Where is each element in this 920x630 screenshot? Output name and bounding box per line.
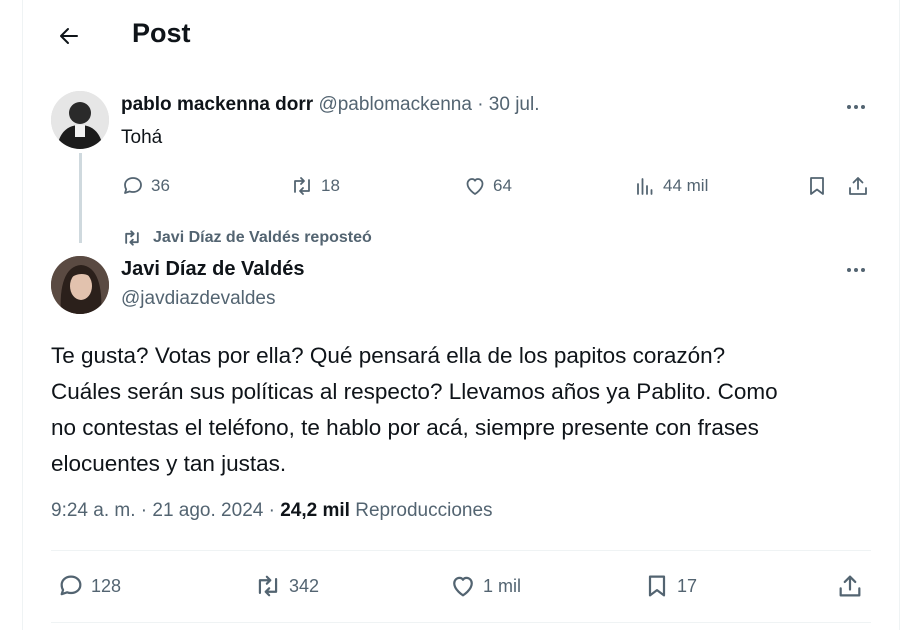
share-icon xyxy=(839,575,861,597)
repost-count: 18 xyxy=(321,176,340,195)
like-button[interactable]: 64 xyxy=(463,174,512,198)
post-date[interactable]: 30 jul. xyxy=(489,94,540,115)
top-bar: Post xyxy=(23,0,899,72)
arrow-left-icon xyxy=(60,28,78,44)
bookmark-icon xyxy=(648,575,666,597)
bookmark-icon xyxy=(810,177,824,195)
share-button[interactable] xyxy=(836,572,864,600)
analytics-icon xyxy=(637,178,653,195)
reply-button[interactable]: 36 xyxy=(121,174,170,198)
share-button[interactable] xyxy=(846,174,870,198)
heart-icon xyxy=(466,178,484,195)
text-line: no contestas el teléfono, te hablo por a… xyxy=(51,415,759,440)
avatar-pablo[interactable] xyxy=(51,91,109,149)
separator-dot: · xyxy=(477,94,484,115)
bookmark-count: 17 xyxy=(677,575,698,596)
divider xyxy=(51,550,871,551)
reply-icon xyxy=(124,177,142,194)
main-post-text: Te gusta? Votas por ella? Qué pensará el… xyxy=(51,338,871,482)
avatar-javi[interactable] xyxy=(51,256,109,314)
repost-banner[interactable]: Javi Díaz de Valdés reposteó xyxy=(121,228,372,248)
views-button[interactable]: 44 mil xyxy=(633,174,708,198)
separator-dot: · xyxy=(268,500,275,521)
author-name[interactable]: pablo mackenna dorr xyxy=(121,94,313,115)
more-options-button[interactable] xyxy=(841,258,871,282)
repost-icon xyxy=(258,575,278,597)
original-post-text: Tohá xyxy=(121,127,163,148)
views-count: 44 mil xyxy=(663,176,709,195)
page-title: Post xyxy=(132,18,191,48)
views-count[interactable]: 24,2 mil xyxy=(280,500,350,521)
text-line: Te gusta? Votas por ella? Qué pensará el… xyxy=(51,343,726,368)
reply-count: 36 xyxy=(151,176,170,195)
original-post-header: pablo mackenna dorr @pablomackenna · 30 … xyxy=(121,94,540,116)
separator-dot: · xyxy=(140,500,148,521)
author-handle[interactable]: @pablomackenna xyxy=(318,94,471,115)
dot-icon xyxy=(847,268,851,272)
repost-banner-label: Javi Díaz de Valdés reposteó xyxy=(153,229,372,246)
reply-icon xyxy=(60,575,82,596)
more-options-button[interactable] xyxy=(841,95,871,119)
like-count: 1 mil xyxy=(483,575,522,596)
views-label: Reproducciones xyxy=(355,500,493,521)
bookmark-button[interactable]: 17 xyxy=(643,572,697,600)
heart-icon xyxy=(453,576,473,597)
like-count: 64 xyxy=(493,176,512,195)
dot-icon xyxy=(847,105,851,109)
repost-icon xyxy=(125,230,139,246)
repost-count: 342 xyxy=(289,575,320,596)
repost-button[interactable]: 18 xyxy=(289,174,340,198)
back-button[interactable] xyxy=(49,16,89,56)
repost-button[interactable]: 342 xyxy=(253,572,319,600)
text-line: elocuentes y tan justas. xyxy=(51,451,287,476)
divider xyxy=(51,622,871,623)
share-icon xyxy=(849,177,867,195)
post-page: Post pablo mackenna dorr @pablomackenna … xyxy=(22,0,900,630)
thread-connector xyxy=(79,153,82,243)
reply-count: 128 xyxy=(91,575,122,596)
post-time[interactable]: 9:24 a. m. xyxy=(51,500,136,521)
bookmark-button[interactable] xyxy=(805,174,829,198)
like-button[interactable]: 1 mil xyxy=(449,572,521,600)
author-name[interactable]: Javi Díaz de Valdés xyxy=(121,258,304,281)
repost-icon xyxy=(294,177,310,195)
reply-button[interactable]: 128 xyxy=(57,572,121,600)
post-date[interactable]: 21 ago. 2024 xyxy=(152,500,263,521)
post-metadata: 9:24 a. m. · 21 ago. 2024 · 24,2 mil Rep… xyxy=(51,500,493,522)
text-line: Cuáles serán sus políticas al respecto? … xyxy=(51,379,778,404)
author-handle[interactable]: @javdiazdevaldes xyxy=(121,288,276,310)
